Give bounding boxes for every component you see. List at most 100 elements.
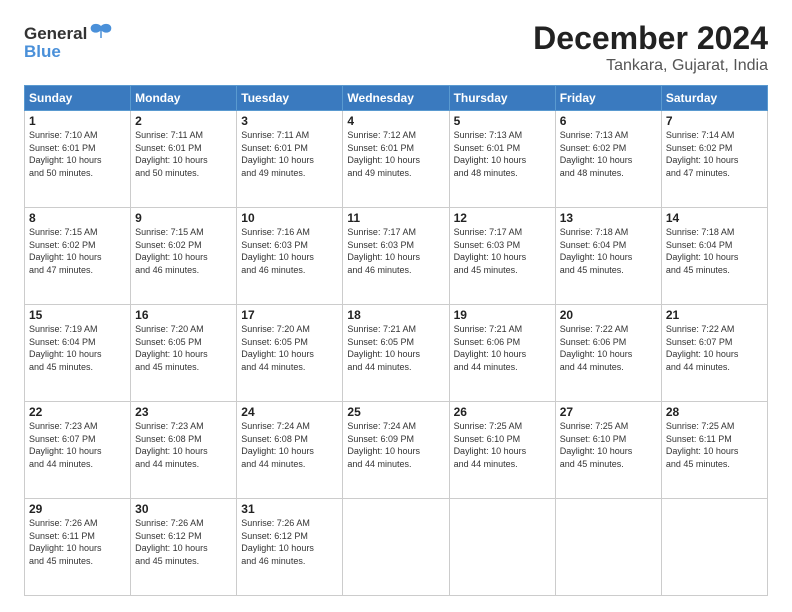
day-info: Sunrise: 7:19 AMSunset: 6:04 PMDaylight:… (29, 323, 126, 373)
day-info: Sunrise: 7:16 AMSunset: 6:03 PMDaylight:… (241, 226, 338, 276)
calendar-cell: 24Sunrise: 7:24 AMSunset: 6:08 PMDayligh… (237, 402, 343, 499)
calendar-cell: 19Sunrise: 7:21 AMSunset: 6:06 PMDayligh… (449, 305, 555, 402)
title-block: December 2024 Tankara, Gujarat, India (533, 20, 768, 75)
calendar-cell: 27Sunrise: 7:25 AMSunset: 6:10 PMDayligh… (555, 402, 661, 499)
calendar-cell: 1Sunrise: 7:10 AMSunset: 6:01 PMDaylight… (25, 111, 131, 208)
day-info: Sunrise: 7:11 AMSunset: 6:01 PMDaylight:… (241, 129, 338, 179)
calendar-cell: 3Sunrise: 7:11 AMSunset: 6:01 PMDaylight… (237, 111, 343, 208)
calendar-cell (555, 499, 661, 596)
header-tuesday: Tuesday (237, 86, 343, 111)
calendar-cell: 26Sunrise: 7:25 AMSunset: 6:10 PMDayligh… (449, 402, 555, 499)
day-number: 3 (241, 114, 338, 128)
day-info: Sunrise: 7:11 AMSunset: 6:01 PMDaylight:… (135, 129, 232, 179)
calendar-cell: 18Sunrise: 7:21 AMSunset: 6:05 PMDayligh… (343, 305, 449, 402)
calendar-cell: 8Sunrise: 7:15 AMSunset: 6:02 PMDaylight… (25, 208, 131, 305)
calendar-cell: 30Sunrise: 7:26 AMSunset: 6:12 PMDayligh… (131, 499, 237, 596)
calendar-week-row: 1Sunrise: 7:10 AMSunset: 6:01 PMDaylight… (25, 111, 768, 208)
day-number: 1 (29, 114, 126, 128)
header-sunday: Sunday (25, 86, 131, 111)
day-info: Sunrise: 7:24 AMSunset: 6:08 PMDaylight:… (241, 420, 338, 470)
logo: General Blue (24, 20, 115, 62)
page: General Blue December 2024 Tankara, Guja… (0, 0, 792, 612)
calendar-cell: 5Sunrise: 7:13 AMSunset: 6:01 PMDaylight… (449, 111, 555, 208)
day-number: 8 (29, 211, 126, 225)
day-info: Sunrise: 7:14 AMSunset: 6:02 PMDaylight:… (666, 129, 763, 179)
day-number: 10 (241, 211, 338, 225)
day-info: Sunrise: 7:23 AMSunset: 6:07 PMDaylight:… (29, 420, 126, 470)
day-info: Sunrise: 7:21 AMSunset: 6:05 PMDaylight:… (347, 323, 444, 373)
day-info: Sunrise: 7:12 AMSunset: 6:01 PMDaylight:… (347, 129, 444, 179)
calendar-cell: 22Sunrise: 7:23 AMSunset: 6:07 PMDayligh… (25, 402, 131, 499)
calendar-cell: 13Sunrise: 7:18 AMSunset: 6:04 PMDayligh… (555, 208, 661, 305)
day-number: 6 (560, 114, 657, 128)
day-number: 16 (135, 308, 232, 322)
calendar-cell: 4Sunrise: 7:12 AMSunset: 6:01 PMDaylight… (343, 111, 449, 208)
day-info: Sunrise: 7:15 AMSunset: 6:02 PMDaylight:… (29, 226, 126, 276)
day-number: 23 (135, 405, 232, 419)
calendar-cell: 16Sunrise: 7:20 AMSunset: 6:05 PMDayligh… (131, 305, 237, 402)
calendar-cell: 25Sunrise: 7:24 AMSunset: 6:09 PMDayligh… (343, 402, 449, 499)
day-number: 15 (29, 308, 126, 322)
day-number: 28 (666, 405, 763, 419)
day-number: 2 (135, 114, 232, 128)
day-number: 14 (666, 211, 763, 225)
calendar-cell: 11Sunrise: 7:17 AMSunset: 6:03 PMDayligh… (343, 208, 449, 305)
header-saturday: Saturday (661, 86, 767, 111)
day-info: Sunrise: 7:17 AMSunset: 6:03 PMDaylight:… (454, 226, 551, 276)
day-number: 29 (29, 502, 126, 516)
day-info: Sunrise: 7:21 AMSunset: 6:06 PMDaylight:… (454, 323, 551, 373)
day-info: Sunrise: 7:26 AMSunset: 6:12 PMDaylight:… (241, 517, 338, 567)
calendar-header-row: Sunday Monday Tuesday Wednesday Thursday… (25, 86, 768, 111)
calendar-table: Sunday Monday Tuesday Wednesday Thursday… (24, 85, 768, 596)
day-number: 4 (347, 114, 444, 128)
logo-general: General (24, 24, 87, 44)
calendar-subtitle: Tankara, Gujarat, India (533, 57, 768, 75)
day-number: 22 (29, 405, 126, 419)
day-info: Sunrise: 7:10 AMSunset: 6:01 PMDaylight:… (29, 129, 126, 179)
day-number: 17 (241, 308, 338, 322)
day-number: 30 (135, 502, 232, 516)
day-number: 19 (454, 308, 551, 322)
day-info: Sunrise: 7:24 AMSunset: 6:09 PMDaylight:… (347, 420, 444, 470)
calendar-cell (343, 499, 449, 596)
calendar-cell: 29Sunrise: 7:26 AMSunset: 6:11 PMDayligh… (25, 499, 131, 596)
day-info: Sunrise: 7:25 AMSunset: 6:11 PMDaylight:… (666, 420, 763, 470)
calendar-cell: 6Sunrise: 7:13 AMSunset: 6:02 PMDaylight… (555, 111, 661, 208)
day-info: Sunrise: 7:22 AMSunset: 6:06 PMDaylight:… (560, 323, 657, 373)
calendar-cell: 14Sunrise: 7:18 AMSunset: 6:04 PMDayligh… (661, 208, 767, 305)
day-number: 9 (135, 211, 232, 225)
day-info: Sunrise: 7:13 AMSunset: 6:02 PMDaylight:… (560, 129, 657, 179)
day-number: 21 (666, 308, 763, 322)
calendar-cell: 10Sunrise: 7:16 AMSunset: 6:03 PMDayligh… (237, 208, 343, 305)
header: General Blue December 2024 Tankara, Guja… (24, 20, 768, 75)
calendar-week-row: 29Sunrise: 7:26 AMSunset: 6:11 PMDayligh… (25, 499, 768, 596)
day-number: 27 (560, 405, 657, 419)
header-wednesday: Wednesday (343, 86, 449, 111)
day-info: Sunrise: 7:15 AMSunset: 6:02 PMDaylight:… (135, 226, 232, 276)
day-info: Sunrise: 7:18 AMSunset: 6:04 PMDaylight:… (560, 226, 657, 276)
calendar-cell: 17Sunrise: 7:20 AMSunset: 6:05 PMDayligh… (237, 305, 343, 402)
day-number: 5 (454, 114, 551, 128)
calendar-week-row: 22Sunrise: 7:23 AMSunset: 6:07 PMDayligh… (25, 402, 768, 499)
calendar-cell: 23Sunrise: 7:23 AMSunset: 6:08 PMDayligh… (131, 402, 237, 499)
calendar-cell: 15Sunrise: 7:19 AMSunset: 6:04 PMDayligh… (25, 305, 131, 402)
calendar-cell: 31Sunrise: 7:26 AMSunset: 6:12 PMDayligh… (237, 499, 343, 596)
day-number: 7 (666, 114, 763, 128)
day-number: 11 (347, 211, 444, 225)
day-info: Sunrise: 7:17 AMSunset: 6:03 PMDaylight:… (347, 226, 444, 276)
calendar-cell: 7Sunrise: 7:14 AMSunset: 6:02 PMDaylight… (661, 111, 767, 208)
day-info: Sunrise: 7:20 AMSunset: 6:05 PMDaylight:… (241, 323, 338, 373)
calendar-title: December 2024 (533, 20, 768, 57)
day-info: Sunrise: 7:26 AMSunset: 6:12 PMDaylight:… (135, 517, 232, 567)
calendar-cell: 20Sunrise: 7:22 AMSunset: 6:06 PMDayligh… (555, 305, 661, 402)
day-number: 12 (454, 211, 551, 225)
calendar-cell: 28Sunrise: 7:25 AMSunset: 6:11 PMDayligh… (661, 402, 767, 499)
calendar-cell (449, 499, 555, 596)
day-info: Sunrise: 7:22 AMSunset: 6:07 PMDaylight:… (666, 323, 763, 373)
calendar-cell: 12Sunrise: 7:17 AMSunset: 6:03 PMDayligh… (449, 208, 555, 305)
day-info: Sunrise: 7:25 AMSunset: 6:10 PMDaylight:… (454, 420, 551, 470)
day-number: 18 (347, 308, 444, 322)
day-number: 24 (241, 405, 338, 419)
calendar-week-row: 8Sunrise: 7:15 AMSunset: 6:02 PMDaylight… (25, 208, 768, 305)
calendar-cell (661, 499, 767, 596)
